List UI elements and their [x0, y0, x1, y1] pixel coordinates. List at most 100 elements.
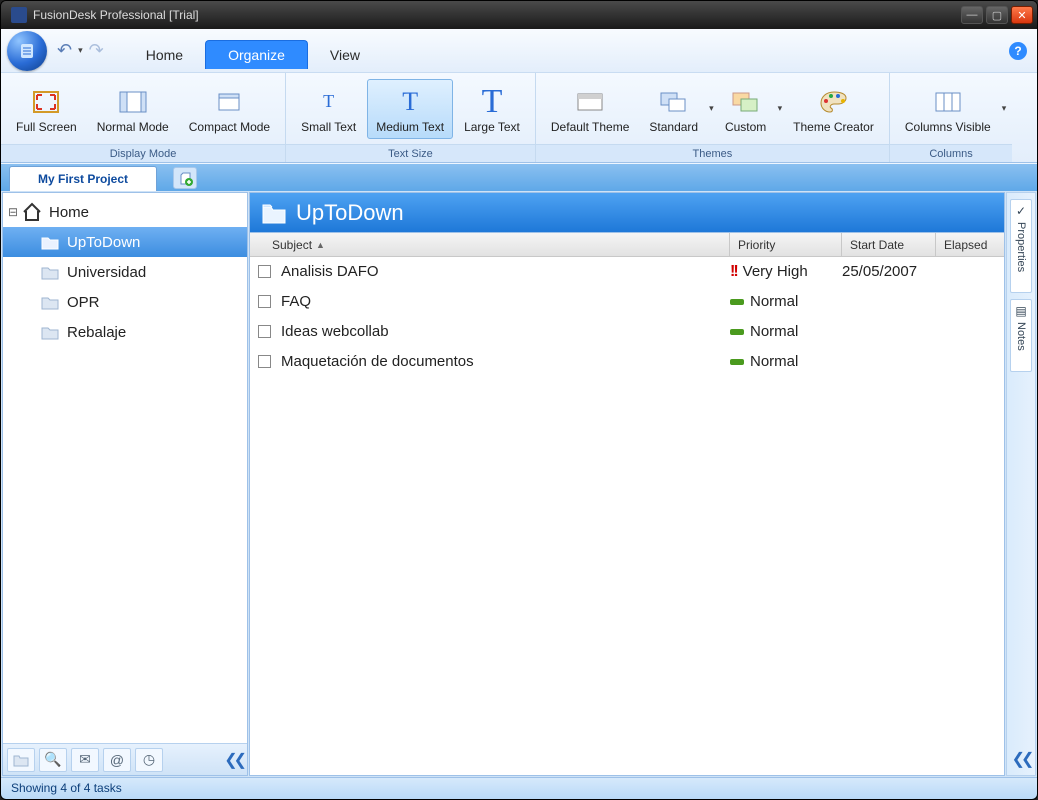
task-row[interactable]: Analisis DAFO!!Very High25/05/2007 [250, 257, 1004, 287]
statusbar: Showing 4 of 4 tasks [1, 777, 1037, 799]
nav-tree: ⊟ Home UpToDown Universidad OPR Rebalaje [3, 193, 247, 743]
tree-node-home[interactable]: ⊟ Home [3, 197, 247, 227]
project-tabstrip: My First Project [1, 163, 1037, 191]
undo-dropdown-icon[interactable]: ▾ [78, 45, 83, 56]
folder-icon [39, 261, 61, 283]
folder-icon [260, 199, 288, 227]
quick-access-toolbar: ↶ ▾ ↷ [57, 40, 104, 61]
col-priority[interactable]: Priority [730, 233, 842, 256]
task-subject: Analisis DAFO [281, 263, 379, 280]
custom-theme-icon [731, 84, 761, 120]
tree-node-label: OPR [67, 294, 100, 311]
task-checkbox[interactable] [258, 355, 271, 368]
compact-mode-icon [214, 84, 244, 120]
task-checkbox[interactable] [258, 295, 271, 308]
large-text-button[interactable]: T Large Text [455, 79, 529, 139]
task-row[interactable]: Ideas webcollab Normal [250, 317, 1004, 347]
ribbon-group-textsize-caption: Text Size [286, 144, 535, 162]
ribbon-body: Full Screen Normal Mode Compact Mode Dis… [1, 73, 1037, 163]
right-panes: ✓Properties ▤Notes ❮❮ [1006, 192, 1036, 776]
notes-pane-tab[interactable]: ▤Notes [1010, 299, 1032, 372]
ribbon-group-themes: Default Theme Standard ▾ Custom ▾ [536, 73, 890, 162]
columns-visible-button[interactable]: Columns Visible ▾ [896, 79, 1006, 139]
content-header: UpToDown [249, 192, 1005, 232]
main-area: ⊟ Home UpToDownUniversidadOPRRebalaje 🔍 … [1, 191, 1037, 777]
col-subject[interactable]: Subject▲ [250, 233, 730, 256]
properties-icon: ✓ [1016, 204, 1026, 218]
collapse-icon[interactable]: ⊟ [7, 205, 19, 219]
undo-button[interactable]: ↶ [57, 40, 72, 61]
small-text-button[interactable]: T Small Text [292, 79, 365, 139]
tree-node-folder[interactable]: UpToDown [3, 227, 247, 257]
palette-icon [818, 84, 850, 120]
full-screen-button[interactable]: Full Screen [7, 79, 86, 139]
sidebar-clock-button[interactable]: ◷ [135, 748, 163, 772]
task-checkbox[interactable] [258, 325, 271, 338]
sidebar-search-button[interactable]: 🔍 [39, 748, 67, 772]
app-menu-orb[interactable] [7, 31, 47, 71]
custom-theme-button[interactable]: Custom ▾ [716, 79, 783, 139]
tree-node-folder[interactable]: Universidad [3, 257, 247, 287]
sidebar-collapse-button[interactable]: ❮❮ [224, 750, 243, 770]
tab-home[interactable]: Home [124, 41, 205, 69]
maximize-button[interactable]: ▢ [986, 6, 1008, 24]
dropdown-icon[interactable]: ▾ [778, 103, 783, 114]
app-window: FusionDesk Professional [Trial] — ▢ ✕ ↶ … [0, 0, 1038, 800]
window-title: FusionDesk Professional [Trial] [33, 8, 961, 22]
task-row[interactable]: Maquetación de documentos Normal [250, 347, 1004, 377]
sidebar-mail-button[interactable]: ✉ [71, 748, 99, 772]
help-button[interactable]: ? [1009, 42, 1027, 60]
medium-text-icon: T [402, 84, 418, 120]
default-theme-icon [575, 84, 605, 120]
right-collapse-button[interactable]: ❮❮ [1012, 749, 1031, 769]
tree-node-folder[interactable]: Rebalaje [3, 317, 247, 347]
dropdown-icon[interactable]: ▾ [709, 103, 714, 114]
task-priority: Normal [750, 323, 798, 340]
new-project-button[interactable] [173, 167, 197, 189]
task-checkbox[interactable] [258, 265, 271, 278]
sidebar-folder-button[interactable] [7, 748, 35, 772]
project-tab[interactable]: My First Project [9, 166, 157, 191]
col-start-date[interactable]: Start Date [842, 233, 936, 256]
sidebar-at-button[interactable]: @ [103, 748, 131, 772]
task-subject: Maquetación de documentos [281, 353, 474, 370]
task-start-date: 25/05/2007 [842, 263, 936, 280]
task-priority: Normal [750, 353, 798, 370]
ribbon-group-themes-caption: Themes [536, 144, 889, 162]
task-grid: Subject▲ Priority Start Date Elapsed Ana… [249, 232, 1005, 776]
columns-icon [933, 84, 963, 120]
tab-organize[interactable]: Organize [205, 40, 308, 69]
task-subject: Ideas webcollab [281, 323, 389, 340]
sort-asc-icon: ▲ [316, 240, 325, 250]
tree-node-label: Rebalaje [67, 324, 126, 341]
properties-pane-tab[interactable]: ✓Properties [1010, 199, 1032, 293]
default-theme-button[interactable]: Default Theme [542, 79, 639, 139]
priority-very-high-icon: !! [730, 263, 737, 281]
tree-node-label: Home [49, 204, 89, 221]
normal-mode-icon [118, 84, 148, 120]
col-elapsed[interactable]: Elapsed [936, 233, 1004, 256]
compact-mode-button[interactable]: Compact Mode [180, 79, 279, 139]
tab-view[interactable]: View [308, 41, 382, 69]
tree-node-label: UpToDown [67, 234, 140, 251]
ribbon-tabstrip: ↶ ▾ ↷ Home Organize View ? [1, 29, 1037, 73]
redo-button[interactable]: ↷ [89, 40, 104, 61]
small-text-icon: T [323, 84, 334, 120]
ribbon-group-columns: Columns Visible ▾ Columns [890, 73, 1012, 162]
medium-text-button[interactable]: T Medium Text [367, 79, 453, 139]
dropdown-icon[interactable]: ▾ [1002, 103, 1007, 114]
home-icon [21, 201, 43, 223]
minimize-button[interactable]: — [961, 6, 983, 24]
fullscreen-icon [31, 84, 61, 120]
tree-node-folder[interactable]: OPR [3, 287, 247, 317]
notes-icon: ▤ [1015, 304, 1026, 318]
close-button[interactable]: ✕ [1011, 6, 1033, 24]
standard-theme-button[interactable]: Standard ▾ [640, 79, 713, 139]
task-row[interactable]: FAQNormal [250, 287, 1004, 317]
ribbon-group-textsize: T Small Text T Medium Text T Large Text … [286, 73, 536, 162]
priority-normal-icon [730, 359, 744, 365]
task-priority: Normal [750, 293, 798, 310]
tree-node-label: Universidad [67, 264, 146, 281]
normal-mode-button[interactable]: Normal Mode [88, 79, 178, 139]
theme-creator-button[interactable]: Theme Creator [784, 79, 883, 139]
